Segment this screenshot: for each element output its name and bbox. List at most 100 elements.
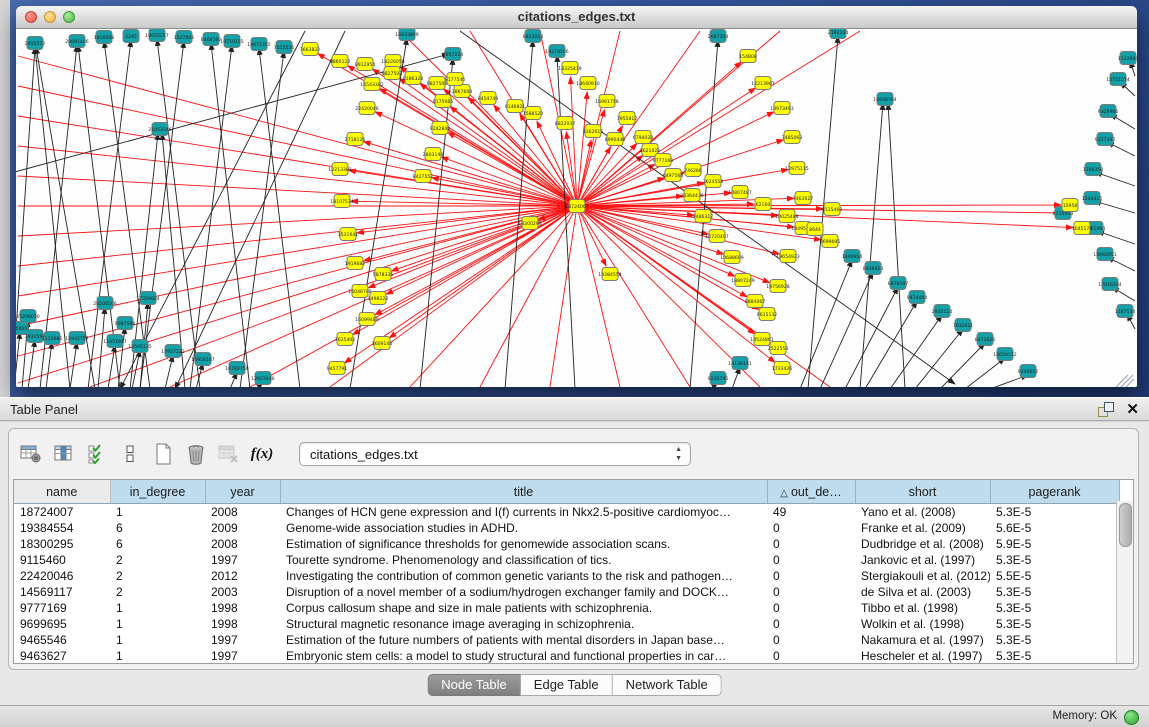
table-cell[interactable]: Tibbo et al. (1998) <box>855 600 990 616</box>
table-cell[interactable]: Jankovic et al. (1997) <box>855 552 990 568</box>
citation-edge-black[interactable] <box>165 355 173 387</box>
table-row[interactable]: 1456911722003Disruption of a novel membe… <box>14 584 1119 600</box>
resize-grip-icon[interactable] <box>1121 375 1133 387</box>
column-header-pagerank[interactable]: pagerank <box>990 480 1119 504</box>
tab-edge-table[interactable]: Edge Table <box>521 674 613 696</box>
table-selector-dropdown[interactable]: citations_edges.txt ▲▼ <box>299 442 691 466</box>
citation-edge-red[interactable] <box>364 206 577 261</box>
citation-edge-red[interactable] <box>577 206 606 266</box>
function-builder-icon[interactable]: f(x) <box>250 442 274 466</box>
table-row[interactable]: 911546021997Tourette syndrome. Phenomeno… <box>14 552 1119 568</box>
table-row[interactable]: 2242004622012Investigating the contribut… <box>14 568 1119 584</box>
table-cell[interactable]: 0 <box>767 520 855 536</box>
new-file-icon[interactable] <box>151 442 175 466</box>
table-cell[interactable]: 2 <box>110 584 205 600</box>
citation-edge-black[interactable] <box>16 332 20 387</box>
table-cell[interactable]: 1 <box>110 616 205 632</box>
table-cell[interactable]: Stergiakouli et al. (2012) <box>855 568 990 584</box>
column-visibility-icon[interactable] <box>52 442 76 466</box>
table-cell[interactable]: 5.3E-5 <box>990 504 1119 521</box>
table-cell[interactable]: 0 <box>767 568 855 584</box>
table-cell[interactable]: 5.3E-5 <box>990 600 1119 616</box>
citation-edge-black[interactable] <box>860 103 883 387</box>
scrollbar-thumb[interactable] <box>1119 503 1132 547</box>
table-cell[interactable]: 2003 <box>205 584 280 600</box>
delete-trash-icon[interactable] <box>184 442 208 466</box>
table-cell[interactable]: 5.3E-5 <box>990 648 1119 664</box>
table-cell[interactable]: 1997 <box>205 632 280 648</box>
table-cell[interactable]: 6 <box>110 520 205 536</box>
table-cell[interactable]: 1998 <box>205 616 280 632</box>
table-cell[interactable]: 19384554 <box>14 520 110 536</box>
close-panel-icon[interactable]: ✕ <box>1126 402 1139 418</box>
table-cell[interactable]: 1997 <box>205 552 280 568</box>
resize-grip-icon[interactable] <box>1116 375 1128 387</box>
column-header-name[interactable]: name <box>14 480 110 504</box>
table-cell[interactable]: 22420046 <box>14 568 110 584</box>
citation-edge-black[interactable] <box>175 31 345 387</box>
table-cell[interactable]: 1 <box>110 504 205 521</box>
citation-edge-red[interactable] <box>368 206 577 288</box>
table-cell[interactable]: 14569117 <box>14 584 110 600</box>
table-cell[interactable]: 1 <box>110 632 205 648</box>
table-cell[interactable]: Investigating the contribution of common… <box>280 568 767 584</box>
citation-edge-black[interactable] <box>915 329 963 387</box>
float-panel-icon[interactable] <box>1098 402 1114 418</box>
table-cell[interactable]: 0 <box>767 552 855 568</box>
table-cell[interactable]: 0 <box>767 584 855 600</box>
citation-edge-black[interactable] <box>120 31 305 387</box>
column-header-title[interactable]: title <box>280 480 767 504</box>
citation-edge-black[interactable] <box>108 345 115 387</box>
memory-ok-icon[interactable] <box>1124 710 1139 725</box>
table-cell[interactable]: Structural magnetic resonance image aver… <box>280 616 767 632</box>
tab-node-table[interactable]: Node Table <box>427 674 521 696</box>
table-cell[interactable]: 2008 <box>205 504 280 521</box>
citation-edge-black[interactable] <box>259 48 300 387</box>
column-header-out_de[interactable]: △out_de… <box>767 480 855 504</box>
column-header-in_degree[interactable]: in_degree <box>110 480 205 504</box>
table-cell[interactable]: 0 <box>767 632 855 648</box>
table-cell[interactable]: 5.9E-5 <box>990 536 1119 552</box>
table-cell[interactable]: Tourette syndrome. Phenomenology and cla… <box>280 552 767 568</box>
citation-edge-red[interactable] <box>570 77 577 206</box>
citation-edge-red[interactable] <box>448 132 577 206</box>
citation-edge-black[interactable] <box>28 340 35 387</box>
table-row[interactable]: 1872400712008Changes of HCN gene express… <box>14 504 1119 521</box>
network-window-titlebar[interactable]: citations_edges.txt <box>16 6 1137 29</box>
table-cell[interactable]: 1 <box>110 600 205 616</box>
table-cell[interactable]: 2012 <box>205 568 280 584</box>
table-cell[interactable]: Genome-wide association studies in ADHD. <box>280 520 767 536</box>
table-cell[interactable]: 2 <box>110 552 205 568</box>
table-cell[interactable]: Franke et al. (2009) <box>855 520 990 536</box>
close-window-icon[interactable] <box>25 11 37 23</box>
table-cell[interactable]: 2009 <box>205 520 280 536</box>
table-row[interactable]: 969969511998Structural magnetic resonanc… <box>14 616 1119 632</box>
table-cell[interactable]: 0 <box>767 616 855 632</box>
table-cell[interactable]: Yano et al. (2008) <box>855 504 990 521</box>
table-cell[interactable]: Wolkin et al. (1998) <box>855 616 990 632</box>
table-cell[interactable]: 9699695 <box>14 616 110 632</box>
select-mode-icon[interactable] <box>85 442 109 466</box>
citation-edge-black[interactable] <box>98 307 105 387</box>
citation-edge-black[interactable] <box>140 41 184 387</box>
table-row[interactable]: 1938455462009Genome-wide association stu… <box>14 520 1119 536</box>
column-header-short[interactable]: short <box>855 480 990 504</box>
table-cell[interactable]: 9463627 <box>14 648 110 664</box>
citation-edge-black[interactable] <box>965 358 1005 387</box>
citation-edge-black[interactable] <box>157 39 200 387</box>
citation-edge-black[interactable] <box>888 103 905 387</box>
table-cell[interactable]: 9777169 <box>14 600 110 616</box>
citation-edge-black[interactable] <box>865 301 917 387</box>
table-cell[interactable]: 5.3E-5 <box>990 632 1119 648</box>
table-cell[interactable]: de Silva et al. (2003) <box>855 584 990 600</box>
table-cell[interactable]: 18724007 <box>14 504 110 521</box>
table-cell[interactable]: 5.5E-5 <box>990 568 1119 584</box>
table-cell[interactable]: 1 <box>110 648 205 664</box>
citation-edge-black[interactable] <box>240 51 284 387</box>
table-cell[interactable]: 49 <box>767 504 855 521</box>
table-vertical-scrollbar[interactable] <box>1116 501 1133 664</box>
zoom-window-icon[interactable] <box>63 11 75 23</box>
column-header-year[interactable]: year <box>205 480 280 504</box>
row-height-icon[interactable] <box>118 442 142 466</box>
table-cell[interactable]: 5.3E-5 <box>990 584 1119 600</box>
